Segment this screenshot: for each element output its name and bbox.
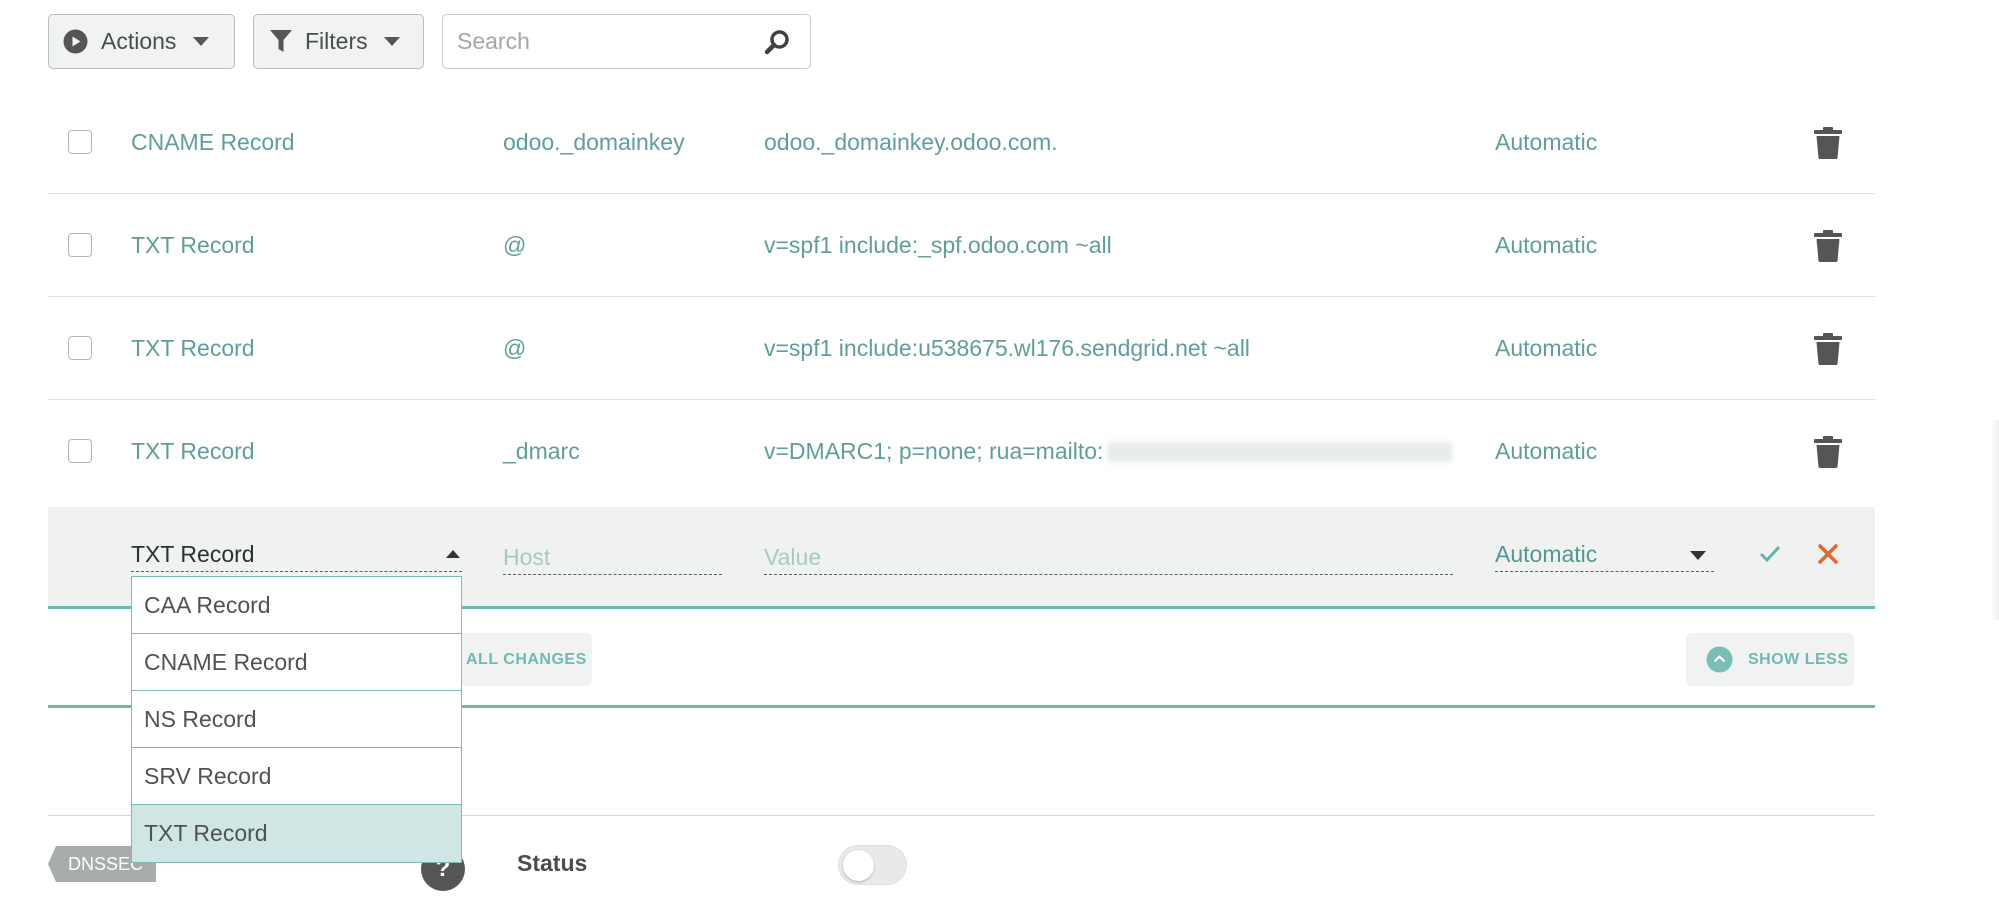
row-checkbox[interactable] xyxy=(68,130,92,154)
dropdown-option-cname[interactable]: CNAME Record xyxy=(132,634,461,691)
row-checkbox[interactable] xyxy=(68,233,92,257)
chevron-up-circle-icon xyxy=(1706,646,1733,673)
record-value-text: v=DMARC1; p=none; rua=mailto: xyxy=(764,438,1104,464)
record-host: _dmarc xyxy=(503,438,580,464)
status-label: Status xyxy=(517,850,588,876)
record-type: TXT Record xyxy=(131,232,255,258)
record-value: v=spf1 include:u538675.wl176.sendgrid.ne… xyxy=(764,335,1250,361)
show-less-button[interactable]: SHOW LESS xyxy=(1686,633,1854,686)
chevron-up-icon xyxy=(446,550,460,558)
save-all-changes-button[interactable]: ALL CHANGES xyxy=(450,633,592,686)
dropdown-option-srv[interactable]: SRV Record xyxy=(132,748,461,805)
trash-icon[interactable] xyxy=(1814,436,1842,474)
record-ttl: Automatic xyxy=(1495,335,1598,361)
record-ttl: Automatic xyxy=(1495,232,1598,258)
value-placeholder: Value xyxy=(764,544,822,570)
dropdown-option-ns[interactable]: NS Record xyxy=(132,691,461,748)
host-placeholder: Host xyxy=(503,544,551,570)
record-type: TXT Record xyxy=(131,335,255,361)
chevron-down-icon xyxy=(383,37,400,46)
toggle-knob xyxy=(843,850,874,881)
record-ttl: Automatic xyxy=(1495,129,1598,155)
row-checkbox[interactable] xyxy=(68,439,92,463)
record-value: v=DMARC1; p=none; rua=mailto: xyxy=(764,400,1453,503)
search-placeholder: Search xyxy=(457,28,530,54)
record-type-value: TXT Record xyxy=(131,541,255,567)
chevron-down-icon xyxy=(193,37,210,46)
play-circle-icon xyxy=(63,29,88,54)
record-ttl: Automatic xyxy=(1495,438,1598,464)
side-panel-edge xyxy=(1990,420,1999,620)
trash-icon[interactable] xyxy=(1814,333,1842,371)
record-value: odoo._domainkey.odoo.com. xyxy=(764,129,1058,155)
confirm-check-icon[interactable] xyxy=(1759,545,1781,568)
table-row: TXT Record @ v=spf1 include:_spf.odoo.co… xyxy=(48,194,1875,297)
redacted-email xyxy=(1107,441,1453,462)
host-input[interactable]: Host xyxy=(503,541,722,575)
chevron-down-icon xyxy=(1690,551,1706,560)
dropdown-option-txt[interactable]: TXT Record xyxy=(132,805,461,862)
record-type-select[interactable]: TXT Record xyxy=(131,538,462,572)
record-host: @ xyxy=(503,232,527,258)
ttl-value: Automatic xyxy=(1495,541,1598,567)
cancel-close-icon[interactable] xyxy=(1817,543,1839,570)
actions-button[interactable]: Actions xyxy=(48,14,235,69)
trash-icon[interactable] xyxy=(1814,127,1842,165)
row-checkbox[interactable] xyxy=(68,336,92,360)
record-type-dropdown: CAA Record CNAME Record NS Record SRV Re… xyxy=(131,576,462,863)
record-value: v=spf1 include:_spf.odoo.com ~all xyxy=(764,232,1112,258)
actions-label: Actions xyxy=(101,28,177,54)
filter-icon xyxy=(270,29,292,54)
filters-label: Filters xyxy=(305,28,368,54)
ttl-select[interactable]: Automatic xyxy=(1495,538,1714,572)
record-host: odoo._domainkey xyxy=(503,129,685,155)
search-input[interactable]: Search xyxy=(442,14,811,69)
record-type: TXT Record xyxy=(131,438,255,464)
dnssec-status-toggle[interactable] xyxy=(838,845,907,885)
table-row: CNAME Record odoo._domainkey odoo._domai… xyxy=(48,91,1875,194)
dropdown-option-caa[interactable]: CAA Record xyxy=(132,577,461,634)
trash-icon[interactable] xyxy=(1814,230,1842,268)
save-all-changes-label: ALL CHANGES xyxy=(466,650,587,668)
record-host: @ xyxy=(503,335,527,361)
show-less-label: SHOW LESS xyxy=(1748,650,1849,668)
search-icon[interactable] xyxy=(764,29,790,55)
table-row: TXT Record @ v=spf1 include:u538675.wl17… xyxy=(48,297,1875,400)
value-input[interactable]: Value xyxy=(764,541,1453,575)
filters-button[interactable]: Filters xyxy=(253,14,424,69)
table-row: TXT Record _dmarc v=DMARC1; p=none; rua=… xyxy=(48,400,1875,503)
record-type: CNAME Record xyxy=(131,129,295,155)
